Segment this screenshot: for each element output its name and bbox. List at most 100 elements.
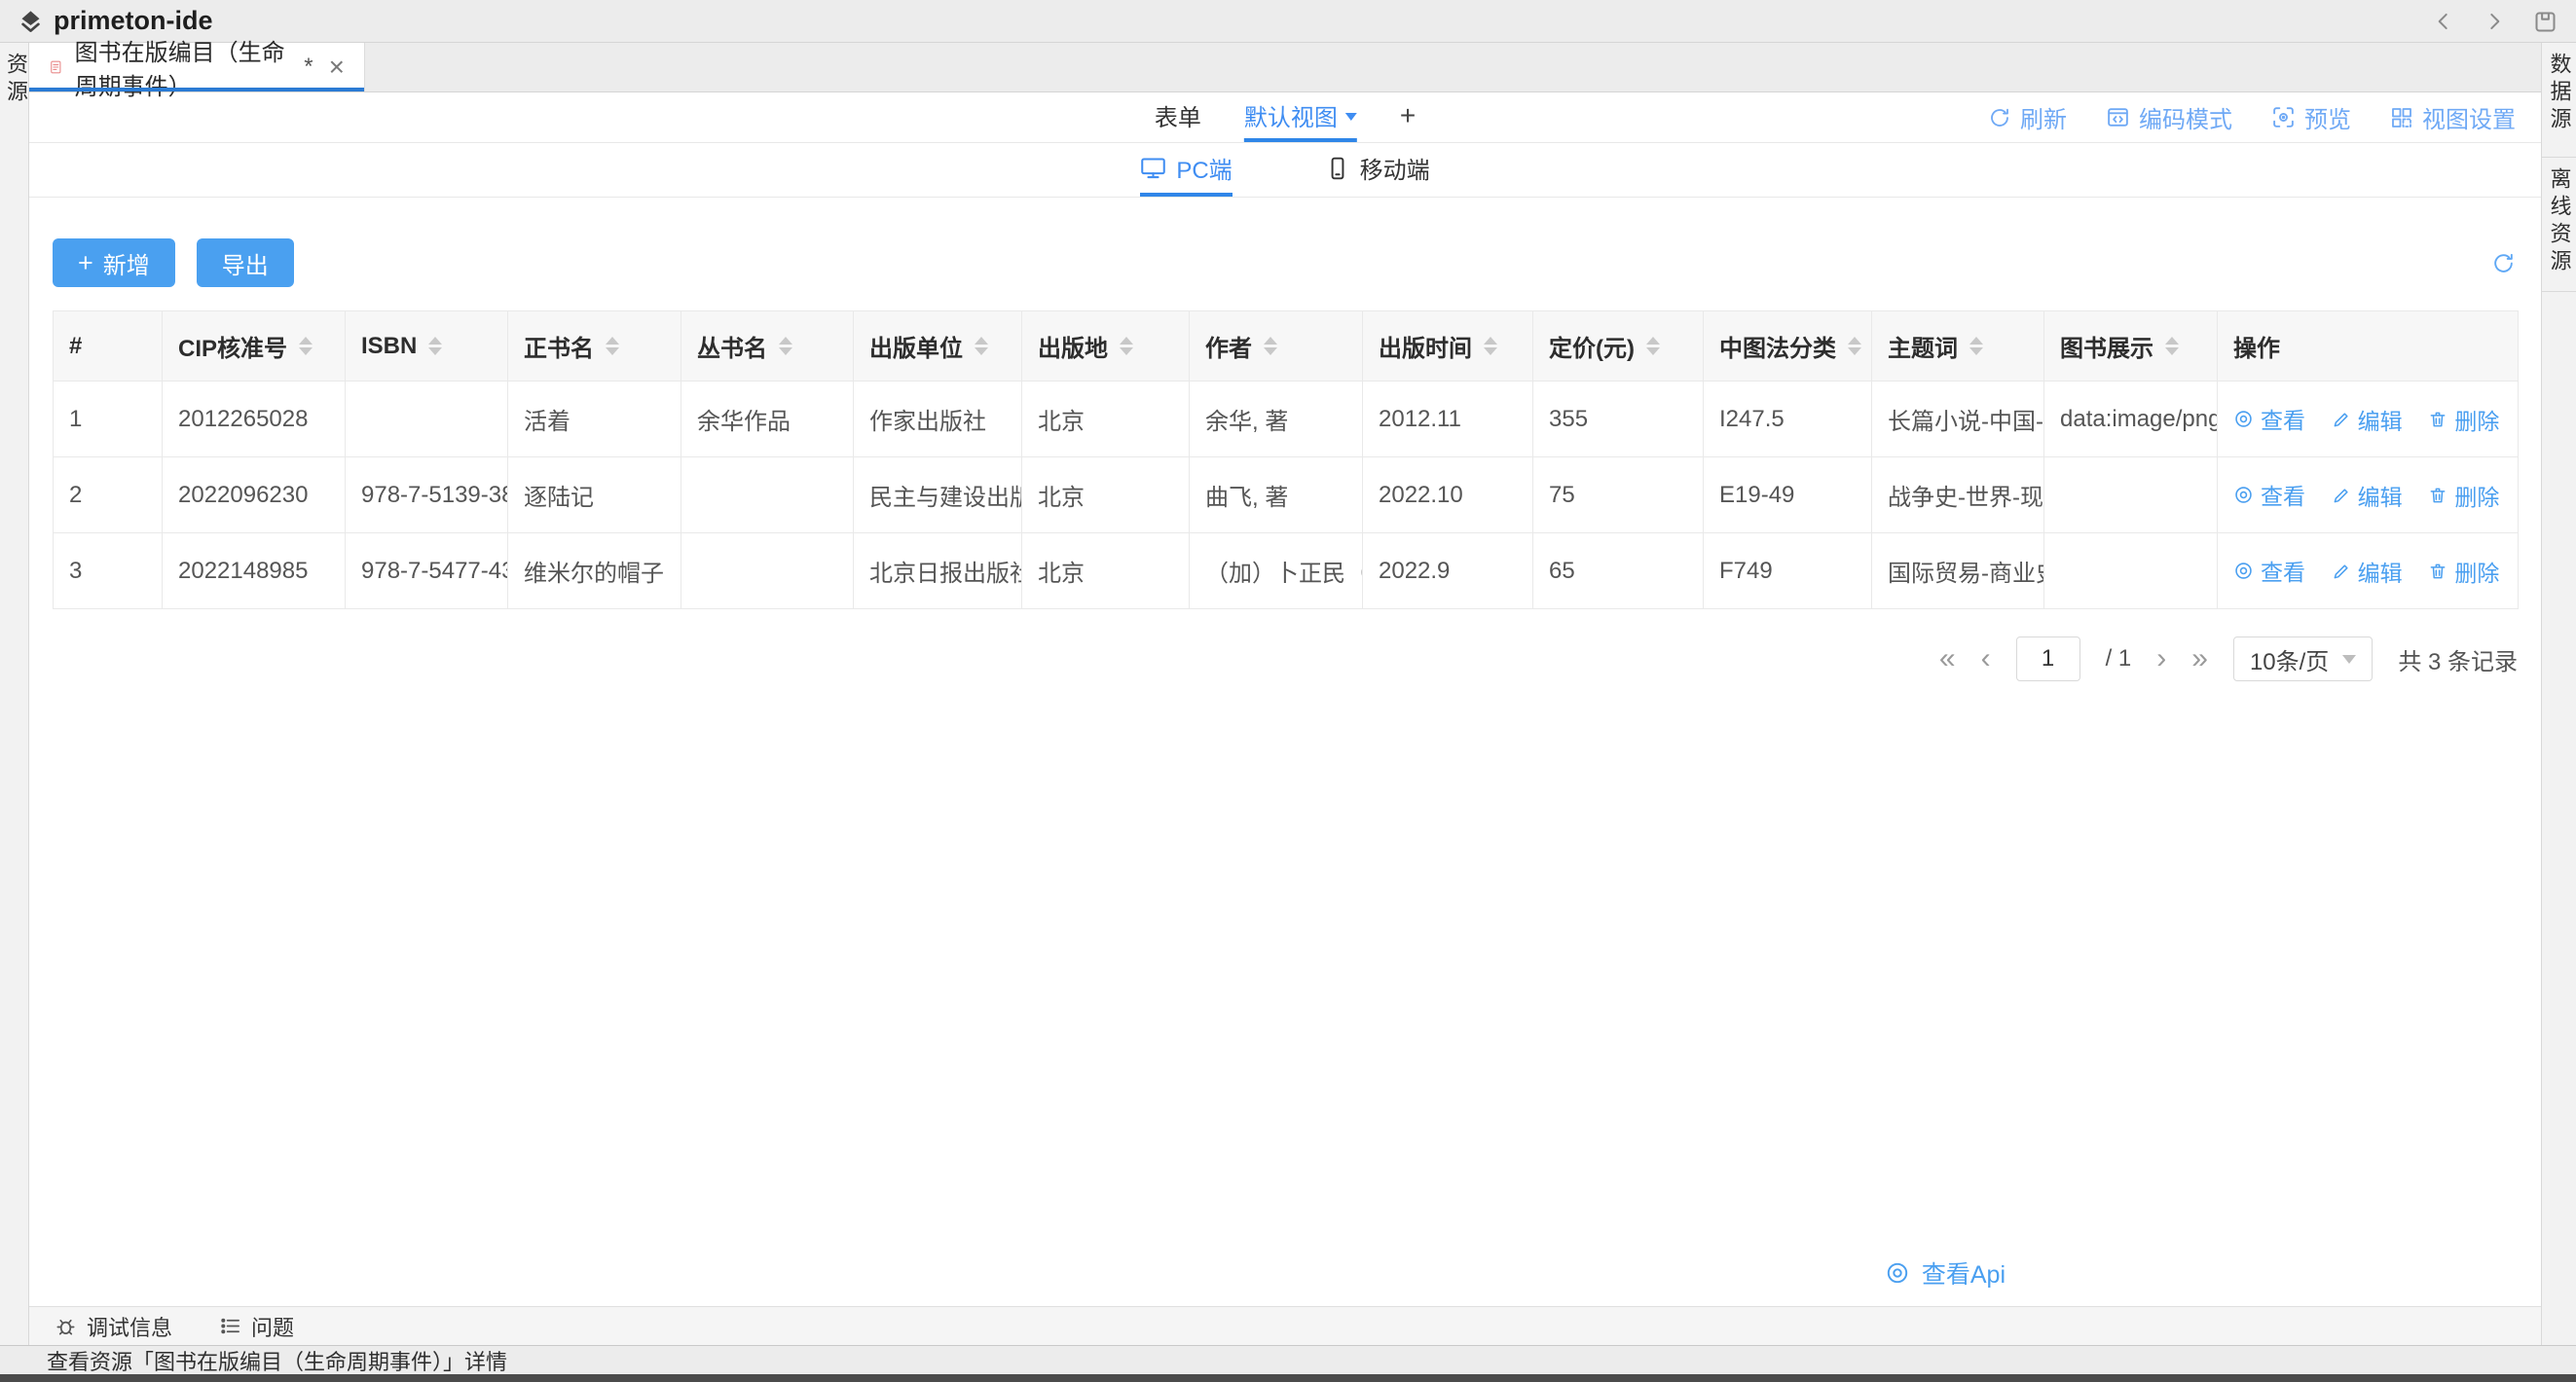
sidebar-tab-resources[interactable]: 资源	[0, 43, 31, 121]
table-row: 1 2012265028 活着 余华作品 作家出版社 北京 余华, 著 2012…	[54, 382, 2519, 457]
grid-icon	[2390, 106, 2413, 129]
app-logo-icon	[18, 8, 44, 34]
preview-button[interactable]: 预览	[2271, 100, 2351, 134]
status-message: 查看资源「图书在版编目（生命周期事件）」详情	[47, 1345, 507, 1376]
add-button[interactable]: + 新增	[53, 238, 175, 287]
books-table: # CIP核准号 ISBN 正书名 丛书名 出版单位 出版地 作者 出版时间 定…	[53, 310, 2518, 609]
table-refresh-button[interactable]	[2491, 249, 2516, 276]
sort-icon[interactable]	[1264, 337, 1277, 355]
sort-icon[interactable]	[2165, 337, 2179, 355]
sort-icon[interactable]	[1484, 337, 1497, 355]
sidebar-tab-offline-resources[interactable]: 离线资源	[2544, 158, 2575, 291]
status-bar: 查看资源「图书在版编目（生命周期事件）」详情	[0, 1345, 2576, 1374]
total-pages-label: / 1	[2106, 645, 2132, 673]
app-title: primeton-ide	[54, 6, 213, 36]
col-header-series: 丛书名	[681, 311, 854, 382]
problems-tab[interactable]: 问题	[219, 1311, 294, 1342]
save-icon	[2532, 9, 2558, 35]
pencil-icon	[2332, 410, 2351, 429]
view-settings-button[interactable]: 视图设置	[2390, 100, 2516, 134]
title-bar: primeton-ide	[0, 0, 2576, 43]
pencil-icon	[2332, 486, 2351, 505]
row-view-link[interactable]: 查看	[2233, 478, 2305, 511]
row-view-link[interactable]: 查看	[2233, 554, 2305, 587]
chevron-down-icon	[1345, 113, 1357, 121]
row-view-link[interactable]: 查看	[2233, 402, 2305, 435]
right-sidebar: 数据源 离线资源	[2541, 43, 2576, 1345]
editor-content: 表单 默认视图 + 刷新	[29, 92, 2541, 1306]
row-edit-link[interactable]: 编辑	[2332, 555, 2403, 588]
trash-icon	[2428, 562, 2447, 581]
pencil-icon	[2332, 562, 2351, 581]
col-header-price: 定价(元)	[1533, 311, 1704, 382]
eye-icon	[2233, 561, 2254, 581]
sort-icon[interactable]	[428, 337, 442, 355]
col-header-index: #	[54, 311, 163, 382]
close-tab-icon[interactable]: ×	[329, 54, 345, 81]
list-icon	[219, 1315, 241, 1337]
add-view-button[interactable]: +	[1400, 92, 1416, 142]
view-tab-row: 表单 默认视图 + 刷新	[29, 92, 2541, 143]
row-delete-link[interactable]: 删除	[2428, 479, 2499, 512]
last-page-button[interactable]: »	[2191, 644, 2208, 673]
row-edit-link[interactable]: 编辑	[2332, 403, 2403, 436]
save-button[interactable]	[2532, 7, 2558, 34]
trash-icon	[2428, 486, 2447, 505]
debug-info-tab[interactable]: 调试信息	[55, 1311, 172, 1342]
col-header-actions: 操作	[2218, 311, 2519, 382]
sort-icon[interactable]	[779, 337, 792, 355]
active-tab-underline	[29, 88, 364, 91]
sort-icon[interactable]	[975, 337, 988, 355]
table-actions-bar: + 新增 导出	[53, 238, 2518, 287]
refresh-icon	[2491, 251, 2516, 275]
total-records-label: 共 3 条记录	[2398, 642, 2518, 676]
tab-mobile[interactable]: 移动端	[1325, 143, 1430, 197]
sort-icon[interactable]	[1646, 337, 1660, 355]
prev-page-button[interactable]: ‹	[1981, 644, 1991, 673]
row-delete-link[interactable]: 删除	[2428, 403, 2499, 436]
plus-icon: +	[78, 250, 93, 276]
trash-icon	[2428, 410, 2447, 429]
chevron-right-icon	[2482, 9, 2507, 34]
editor-tab-book-cip[interactable]: 图书在版编目（生命周期事件） * ×	[29, 43, 365, 91]
sort-icon[interactable]	[1969, 337, 1983, 355]
eye-icon	[2233, 409, 2254, 429]
page-size-select[interactable]: 10条/页	[2233, 636, 2373, 681]
sort-icon[interactable]	[299, 337, 313, 355]
table-row: 3 2022148985 978-7-5477-4378 维米尔的帽子 北京日报…	[54, 533, 2519, 609]
eye-icon	[2233, 485, 2254, 505]
export-button[interactable]: 导出	[197, 238, 294, 287]
col-header-isbn: ISBN	[346, 311, 508, 382]
nav-back-button[interactable]	[2431, 8, 2456, 35]
nav-forward-button[interactable]	[2482, 8, 2507, 35]
sort-icon[interactable]	[1120, 337, 1133, 355]
unsaved-marker: *	[304, 54, 313, 81]
first-page-button[interactable]: «	[1939, 644, 1956, 673]
col-header-title: 正书名	[508, 311, 681, 382]
monitor-icon	[1140, 155, 1166, 181]
row-edit-link[interactable]: 编辑	[2332, 479, 2403, 512]
chevron-down-icon	[2342, 655, 2356, 664]
next-page-button[interactable]: ›	[2156, 644, 2166, 673]
table-row: 2 2022096230 978-7-5139-3866 逐陆记 民主与建设出版…	[54, 457, 2519, 533]
code-mode-button[interactable]: 编码模式	[2106, 100, 2232, 134]
document-icon	[49, 55, 63, 79]
sort-icon[interactable]	[606, 337, 619, 355]
sort-icon[interactable]	[1848, 337, 1861, 355]
col-header-author: 作者	[1190, 311, 1363, 382]
sidebar-tab-datasource[interactable]: 数据源	[2544, 43, 2575, 157]
pagination: « ‹ / 1 › » 10条/页 共 3 条记录	[53, 636, 2518, 681]
refresh-button[interactable]: 刷新	[1988, 100, 2067, 134]
col-header-cip: CIP核准号	[163, 311, 346, 382]
tab-form[interactable]: 表单	[1155, 92, 1201, 142]
col-header-place: 出版地	[1022, 311, 1190, 382]
editor-tab-strip: 图书在版编目（生命周期事件） * ×	[29, 43, 2541, 92]
page-number-input[interactable]	[2016, 636, 2080, 681]
refresh-icon	[1988, 106, 2011, 129]
tab-pc[interactable]: PC端	[1140, 143, 1232, 197]
tab-default-view[interactable]: 默认视图	[1244, 92, 1357, 142]
col-header-subject: 主题词	[1872, 311, 2044, 382]
col-header-publisher: 出版单位	[854, 311, 1022, 382]
row-delete-link[interactable]: 删除	[2428, 555, 2499, 588]
view-api-link[interactable]: 查看Api	[1885, 1255, 2006, 1291]
